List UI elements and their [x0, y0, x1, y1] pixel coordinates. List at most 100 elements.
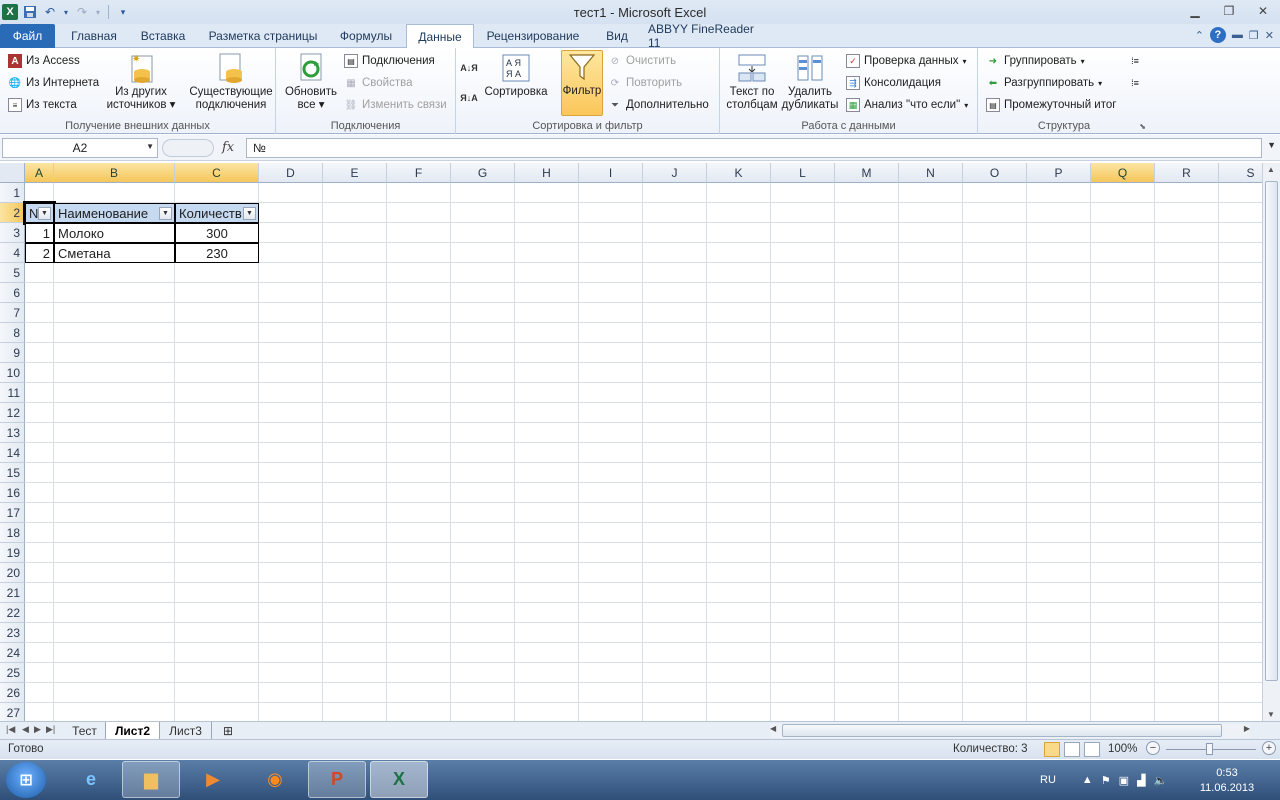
expand-formula-bar-icon[interactable]: ▼ — [1267, 140, 1276, 150]
show-hidden-icons-icon[interactable]: ▲ — [1082, 774, 1093, 786]
row-header-19[interactable]: 19 — [0, 543, 25, 563]
table-cell[interactable]: Молоко — [54, 223, 175, 243]
formula-bar-splitter[interactable] — [162, 139, 214, 157]
select-all-corner[interactable] — [0, 163, 25, 183]
action-center-flag-icon[interactable]: ⚑ — [1101, 774, 1111, 787]
properties-button[interactable]: ▦ Свойства — [344, 73, 412, 93]
row-header-6[interactable]: 6 — [0, 283, 25, 303]
doc-minimize-icon[interactable]: ▬ — [1232, 29, 1243, 41]
formula-input[interactable]: № — [246, 138, 1262, 158]
network-signal-icon[interactable]: ▟ — [1137, 774, 1145, 787]
sheet-tab-list2[interactable]: Лист2 — [106, 722, 160, 739]
row-header-26[interactable]: 26 — [0, 683, 25, 703]
restore-icon[interactable]: ❐ — [1212, 0, 1246, 22]
scroll-up-icon[interactable]: ▲ — [1267, 165, 1275, 174]
table-header-number[interactable]: N ▼ — [23, 201, 56, 225]
column-header-l[interactable]: L — [771, 163, 835, 183]
filter-dropdown-icon[interactable]: ▼ — [243, 207, 256, 220]
column-header-f[interactable]: F — [387, 163, 451, 183]
row-header-10[interactable]: 10 — [0, 363, 25, 383]
scroll-left-icon[interactable]: ◀ — [770, 724, 776, 733]
filter-dropdown-icon[interactable]: ▼ — [159, 207, 172, 220]
doc-close-icon[interactable]: ✕ — [1265, 29, 1274, 42]
connections-button[interactable]: ▤ Подключения — [344, 51, 435, 71]
internet-explorer-icon[interactable]: e — [62, 761, 120, 798]
horizontal-scroll-thumb[interactable] — [782, 724, 1222, 737]
data-validation-button[interactable]: ✓ Проверка данных ▾ — [846, 51, 967, 71]
start-button-icon[interactable]: ⊞ — [6, 762, 46, 798]
column-header-j[interactable]: J — [643, 163, 707, 183]
horizontal-scrollbar[interactable]: ◀ ▶ — [770, 724, 1250, 738]
column-header-p[interactable]: P — [1027, 163, 1091, 183]
tab-insert[interactable]: Вставка — [132, 24, 194, 48]
scroll-down-icon[interactable]: ▼ — [1267, 710, 1275, 719]
row-header-3[interactable]: 3 — [0, 223, 25, 243]
group-button[interactable]: ➜ Группировать ▾ — [986, 51, 1085, 71]
tab-review[interactable]: Рецензирование — [480, 24, 586, 48]
firefox-icon[interactable]: ◉ — [246, 761, 304, 798]
table-cell[interactable]: 230 — [175, 243, 259, 263]
doc-restore-icon[interactable]: ❐ — [1249, 29, 1259, 42]
sheet-tab-list3[interactable]: Лист3 — [160, 722, 212, 739]
column-header-g[interactable]: G — [451, 163, 515, 183]
outline-dialog-launcher-icon[interactable]: ⬊ — [1139, 122, 1146, 131]
redo-dropdown-icon[interactable]: ▾ — [94, 4, 102, 20]
column-header-n[interactable]: N — [899, 163, 963, 183]
remove-duplicates-button[interactable]: Удалить дубликаты — [782, 52, 838, 112]
excel-taskbar-icon[interactable]: X — [370, 761, 428, 798]
edit-links-button[interactable]: ⛓ Изменить связи — [344, 95, 447, 115]
tab-formulas[interactable]: Формулы — [332, 24, 400, 48]
row-header-16[interactable]: 16 — [0, 483, 25, 503]
row-header-5[interactable]: 5 — [0, 263, 25, 283]
row-header-1[interactable]: 1 — [0, 183, 25, 203]
system-clock[interactable]: 0:53 11.06.2013 — [1196, 766, 1258, 796]
prev-sheet-icon[interactable]: ◀ — [22, 724, 29, 735]
row-header-14[interactable]: 14 — [0, 443, 25, 463]
undo-dropdown-icon[interactable]: ▾ — [62, 4, 70, 20]
table-cell[interactable]: 2 — [25, 243, 54, 263]
row-header-27[interactable]: 27 — [0, 703, 25, 721]
tab-page-layout[interactable]: Разметка страницы — [200, 24, 326, 48]
refresh-all-button[interactable]: Обновить все ▾ — [282, 52, 340, 112]
page-layout-view-icon[interactable] — [1064, 742, 1080, 757]
next-sheet-icon[interactable]: ▶ — [34, 724, 41, 735]
column-header-d[interactable]: D — [259, 163, 323, 183]
column-header-b[interactable]: B — [54, 163, 175, 183]
clear-filter-button[interactable]: ⊘ Очистить — [608, 51, 676, 71]
table-header-name[interactable]: Наименование ▼ — [54, 203, 175, 223]
last-sheet-icon[interactable]: ▶| — [46, 724, 55, 735]
language-indicator[interactable]: RU — [1040, 774, 1056, 786]
page-break-view-icon[interactable] — [1084, 742, 1100, 757]
show-detail-icon[interactable]: ⁞≡ — [1128, 51, 1142, 71]
row-header-23[interactable]: 23 — [0, 623, 25, 643]
close-icon[interactable]: ✕ — [1246, 0, 1280, 22]
vertical-scroll-thumb[interactable] — [1265, 181, 1278, 681]
column-header-a[interactable]: A — [25, 163, 54, 183]
text-to-columns-button[interactable]: Текст по столбцам — [724, 52, 780, 112]
name-box-dropdown-icon[interactable]: ▼ — [146, 142, 154, 151]
hide-detail-icon[interactable]: ⁞≡ — [1128, 73, 1142, 93]
from-other-sources-button[interactable]: ✷ Из других источников ▾ — [104, 52, 178, 112]
tab-data[interactable]: Данные — [406, 24, 474, 49]
redo-icon[interactable]: ↷ — [74, 4, 90, 20]
row-header-20[interactable]: 20 — [0, 563, 25, 583]
file-explorer-icon[interactable]: ▆ — [122, 761, 180, 798]
customize-qat-icon[interactable]: ▾ — [115, 4, 131, 20]
scroll-right-icon[interactable]: ▶ — [1244, 724, 1250, 733]
subtotal-button[interactable]: ▤ Промежуточный итог — [986, 95, 1116, 115]
media-player-icon[interactable]: ▶ — [184, 761, 242, 798]
zoom-slider-thumb[interactable] — [1206, 743, 1213, 755]
row-header-15[interactable]: 15 — [0, 463, 25, 483]
sort-button[interactable]: А ЯЯ А Сортировка — [482, 52, 550, 99]
row-header-21[interactable]: 21 — [0, 583, 25, 603]
row-header-4[interactable]: 4 — [0, 243, 25, 263]
sort-za-button[interactable]: Я↓А — [460, 88, 477, 108]
insert-function-icon[interactable]: fx — [222, 140, 234, 155]
column-header-h[interactable]: H — [515, 163, 579, 183]
whatif-analysis-button[interactable]: ▦ Анализ "что если" ▾ — [846, 95, 968, 115]
from-access-button[interactable]: A Из Access — [8, 51, 80, 71]
table-cell[interactable]: 1 — [25, 223, 54, 243]
row-header-22[interactable]: 22 — [0, 603, 25, 623]
zoom-in-icon[interactable]: + — [1262, 741, 1276, 755]
device-icon[interactable]: ▣ — [1119, 774, 1129, 787]
